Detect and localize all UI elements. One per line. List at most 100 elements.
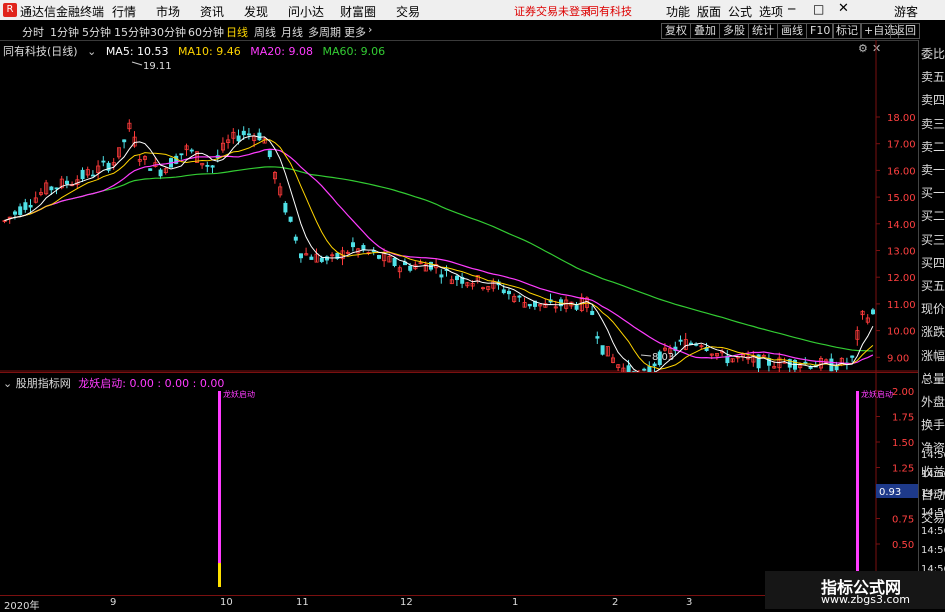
tick-time: 14:56 [921, 526, 945, 537]
period-5min[interactable]: 5分钟 [82, 24, 111, 40]
y-tick-label: 10.00 [887, 327, 916, 338]
mark-button[interactable]: 标记 [832, 23, 862, 39]
period-15min[interactable]: 15分钟 [114, 24, 150, 40]
quote-field-label: 卖二 [921, 138, 945, 155]
close-icon[interactable]: ✕ [838, 1, 849, 16]
app-logo-icon: R [3, 3, 17, 17]
app-title: 通达信金融终端 [20, 3, 104, 20]
x-label-12: 12 [400, 597, 413, 608]
candle-body [591, 311, 594, 314]
quote-field-label: 外盘 [921, 393, 945, 410]
quote-field-label: 卖四 [921, 91, 945, 108]
menu-wealth[interactable]: 财富圈 [340, 3, 376, 20]
y-tick-label: 17.00 [887, 140, 916, 151]
period-multi[interactable]: 多周期 [308, 24, 341, 40]
candle-body [24, 203, 27, 210]
chevron-right-icon[interactable]: › [368, 23, 372, 36]
menu-formula[interactable]: 公式 [728, 3, 752, 20]
menu-news[interactable]: 资讯 [200, 3, 224, 20]
ma20-line [5, 149, 873, 363]
indicator-y-tick: 1.75 [892, 413, 914, 424]
candle-body [242, 131, 245, 134]
quote-field-label: 卖三 [921, 115, 945, 132]
candle-body [65, 181, 68, 184]
candle-body [648, 367, 651, 372]
quote-field-label: 涨幅 [921, 347, 945, 364]
candle-body [211, 166, 214, 167]
indicator-chart[interactable]: 2.001.751.501.251.000.750.50 龙妖启动 龙妖启动 0… [0, 373, 918, 595]
back-button[interactable]: 返回 [890, 23, 920, 39]
quote-field-label: 买三 [921, 231, 945, 248]
candle-body [440, 275, 443, 277]
period-monthly[interactable]: 月线 [281, 24, 303, 40]
candle-body [804, 362, 807, 363]
y-tick-label: 16.00 [887, 166, 916, 177]
login-status[interactable]: 证券交易未登录 [514, 3, 591, 19]
y-tick-label: 12.00 [887, 273, 916, 284]
x-label-9: 9 [110, 597, 116, 608]
signal-spike-1 [218, 391, 221, 577]
menu-function[interactable]: 功能 [666, 3, 690, 20]
minimize-icon[interactable]: ─ [788, 2, 795, 16]
period-30min[interactable]: 30分钟 [150, 24, 186, 40]
candle-body [351, 243, 354, 247]
high-price-label: 19.11 [143, 61, 172, 72]
candle-body [299, 254, 302, 258]
candle-body [653, 364, 656, 366]
x-label-10: 10 [220, 597, 233, 608]
quote-field-label: 卖五 [921, 68, 945, 85]
candle-body [123, 140, 126, 142]
y-tick-label: 14.00 [887, 220, 916, 231]
candle-body [310, 257, 313, 259]
draw-line-button[interactable]: 画线 [777, 23, 807, 39]
candle-body [50, 187, 53, 190]
spike-label-2: 龙妖启动 [861, 389, 893, 399]
maximize-icon[interactable]: □ [813, 2, 824, 16]
guest-user[interactable]: 游客 [894, 3, 918, 20]
watermark: 指标公式网 www.zbgs3.com [765, 571, 945, 609]
stock-name-header: 同有科技 [588, 3, 632, 19]
period-more[interactable]: 更多 [344, 24, 366, 40]
quote-side-panel: 委比卖五卖四卖三卖二卖一买一买二买三买四买五现价涨跌涨幅总量外盘换手净资收益自动… [918, 40, 945, 609]
tick-time: 14:56 [921, 545, 945, 556]
quote-field-label: 买一 [921, 184, 945, 201]
candle-body [689, 343, 692, 344]
menu-market[interactable]: 行情 [112, 3, 136, 20]
candle-body [206, 165, 209, 166]
spike-label-1: 龙妖启动 [223, 389, 255, 399]
candle-body [284, 203, 287, 212]
overlay-button[interactable]: 叠加 [690, 23, 720, 39]
kline-chart[interactable]: 18.0017.0016.0015.0014.0013.0012.0011.00… [0, 40, 918, 372]
period-60min[interactable]: 60分钟 [188, 24, 224, 40]
menu-exchange[interactable]: 市场 [156, 3, 180, 20]
tick-time: 14:56 [921, 488, 945, 499]
indicator-y-tick: 1.25 [892, 464, 914, 475]
x-label-3: 3 [686, 597, 692, 608]
candle-body [19, 207, 22, 215]
quote-field-label: 总量 [921, 370, 945, 387]
menu-layout[interactable]: 版面 [697, 3, 721, 20]
period-1min[interactable]: 1分钟 [50, 24, 79, 40]
menu-ask[interactable]: 问小达 [288, 3, 324, 20]
statistics-button[interactable]: 统计 [748, 23, 778, 39]
candle-body [455, 276, 458, 279]
period-daily[interactable]: 日线 [226, 24, 248, 40]
y-tick-label: 11.00 [887, 300, 916, 311]
menu-options[interactable]: 选项 [759, 3, 783, 20]
period-toolbar: 分时 1分钟 5分钟 15分钟 30分钟 60分钟 日线 周线 月线 多周期 更… [0, 21, 945, 41]
multi-stock-button[interactable]: 多股 [719, 23, 749, 39]
menu-trade[interactable]: 交易 [396, 3, 420, 20]
candle-body [502, 290, 505, 293]
candle-body [575, 305, 578, 309]
restore-rights-button[interactable]: 复权 [661, 23, 691, 39]
f10-button[interactable]: F10 [806, 23, 834, 39]
candle-body [268, 151, 271, 157]
quote-field-label: 买二 [921, 207, 945, 224]
candle-body [762, 355, 765, 356]
x-label-2: 2 [612, 597, 618, 608]
candle-body [81, 170, 84, 178]
menu-discover[interactable]: 发现 [244, 3, 268, 20]
candle-body [289, 217, 292, 221]
period-intraday[interactable]: 分时 [22, 24, 44, 40]
period-weekly[interactable]: 周线 [254, 24, 276, 40]
